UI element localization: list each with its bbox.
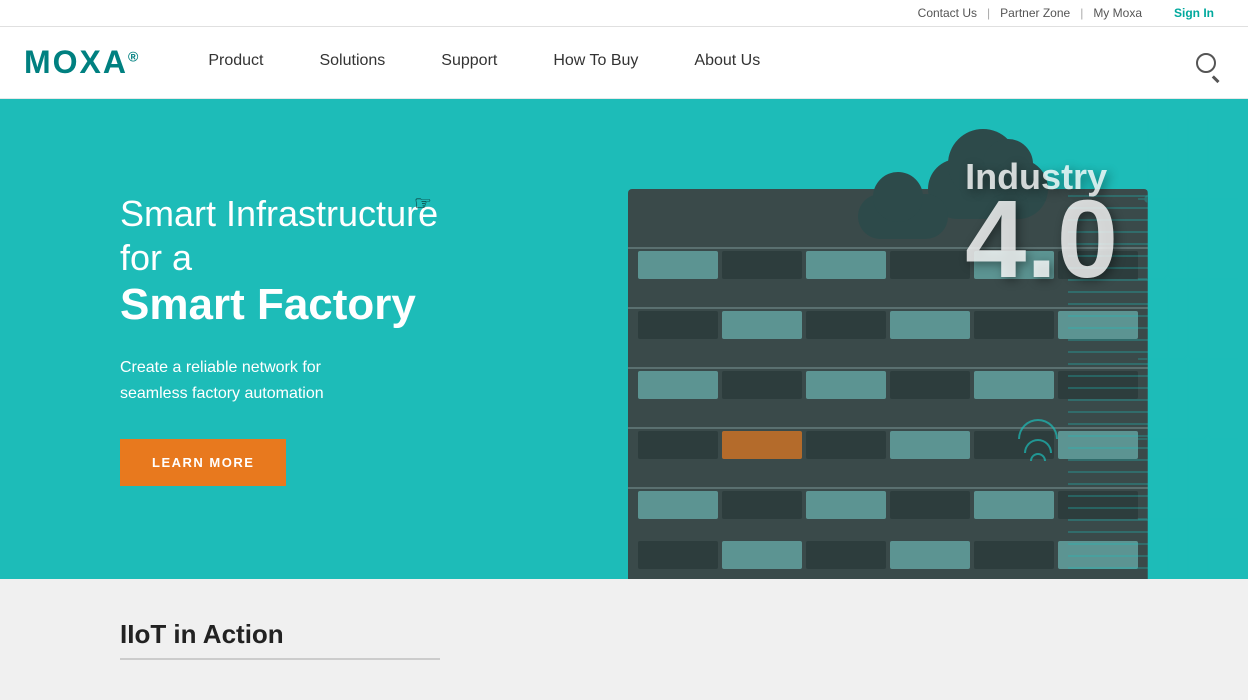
- contact-us-link[interactable]: Contact Us: [908, 6, 987, 20]
- circuit-svg: [1138, 119, 1238, 579]
- signal-icon: [1018, 419, 1058, 449]
- search-button[interactable]: [1188, 45, 1224, 81]
- hero-title-line1: Smart Infrastructure for a: [120, 192, 480, 278]
- top-bar: Contact Us | Partner Zone | My Moxa Sign…: [0, 0, 1248, 27]
- sign-in-link[interactable]: Sign In: [1164, 6, 1224, 20]
- search-icon: [1196, 53, 1216, 73]
- hero-banner: ☞ Smart Infrastructure for a Smart Facto…: [0, 99, 1248, 579]
- partner-zone-link[interactable]: Partner Zone: [990, 6, 1080, 20]
- hero-title-line2: Smart Factory: [120, 279, 480, 332]
- cloud-decoration-2: [858, 194, 948, 239]
- logo-text: MOXA®: [24, 44, 140, 81]
- header: MOXA® Product Solutions Support How To B…: [0, 27, 1248, 99]
- main-nav: Product Solutions Support How To Buy Abo…: [180, 27, 1188, 99]
- logo[interactable]: MOXA®: [24, 44, 140, 81]
- nav-how-to-buy[interactable]: How To Buy: [525, 27, 666, 99]
- bottom-section: IIoT in Action: [0, 579, 1248, 700]
- my-moxa-link[interactable]: My Moxa: [1083, 6, 1152, 20]
- nav-solutions[interactable]: Solutions: [291, 27, 413, 99]
- learn-more-button[interactable]: LEARN MORE: [120, 439, 286, 486]
- hero-subtitle: Create a reliable network for seamless f…: [120, 355, 480, 406]
- nav-support[interactable]: Support: [413, 27, 525, 99]
- hero-content: Smart Infrastructure for a Smart Factory…: [0, 192, 480, 485]
- nav-product[interactable]: Product: [180, 27, 291, 99]
- iiot-underline: [120, 658, 440, 660]
- industry-number: 4.0: [965, 185, 1118, 295]
- nav-about-us[interactable]: About Us: [666, 27, 788, 99]
- iiot-section-title: IIoT in Action: [120, 619, 1128, 650]
- logo-reg: ®: [128, 48, 140, 64]
